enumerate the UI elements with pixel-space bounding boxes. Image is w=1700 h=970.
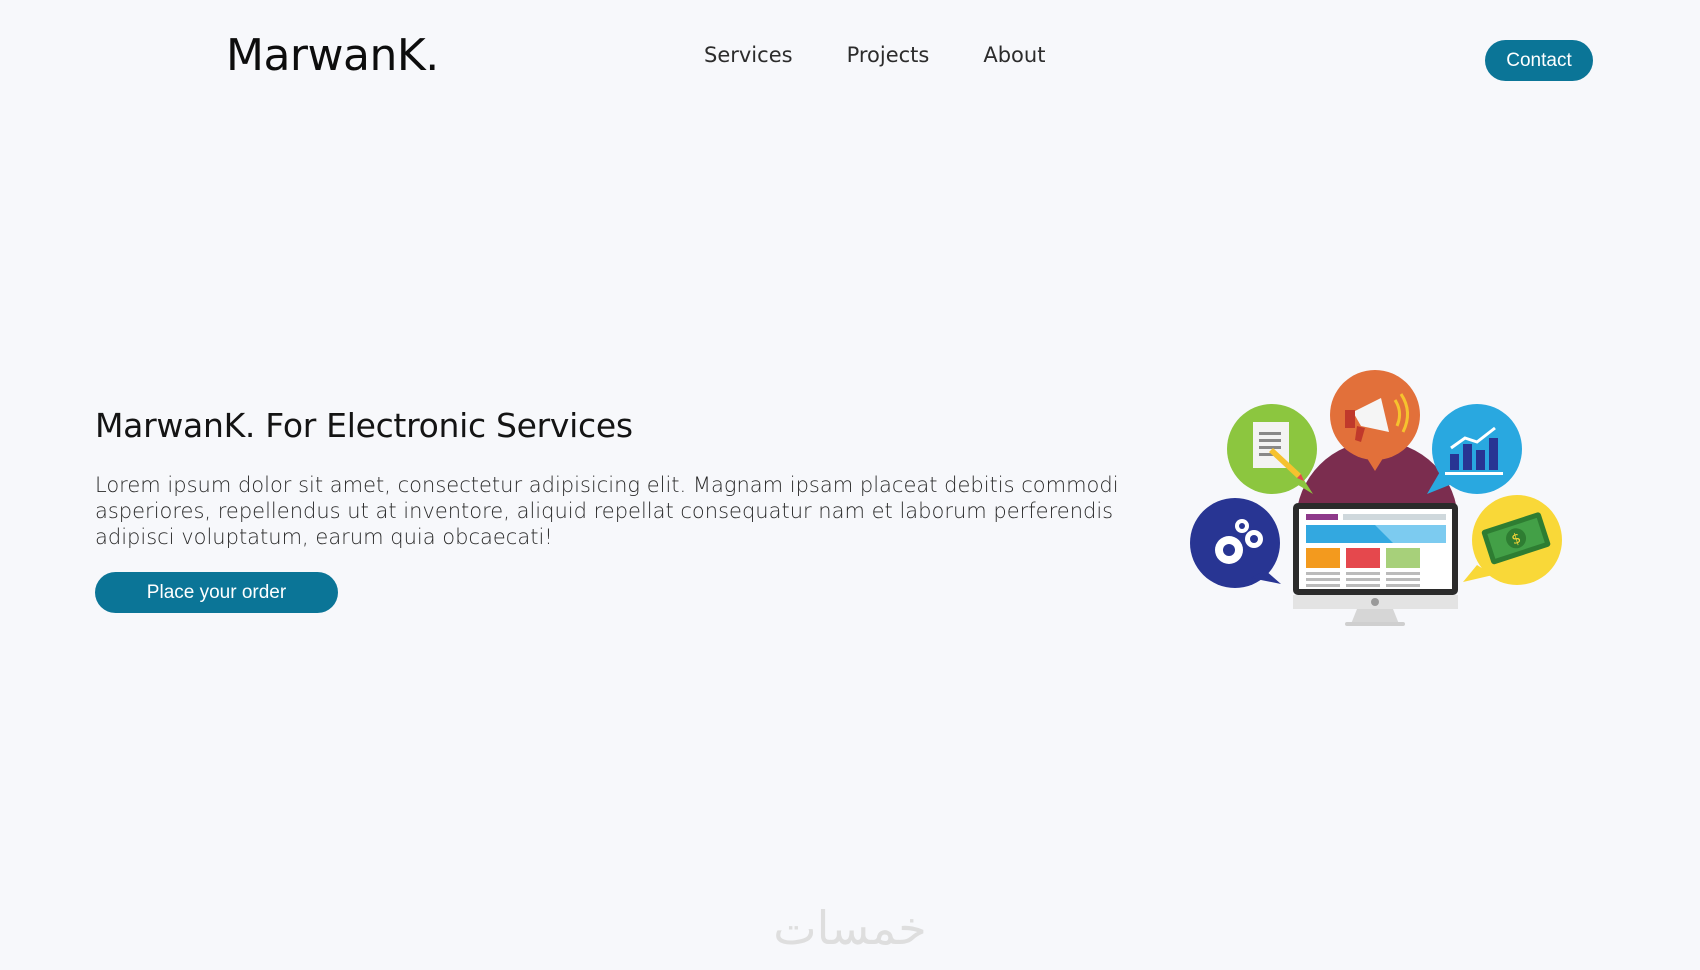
contact-button[interactable]: Contact [1485, 40, 1593, 81]
document-icon [1227, 404, 1317, 494]
hero-title: MarwanK. For Electronic Services [95, 406, 633, 445]
nav-link-services[interactable]: Services [704, 41, 793, 69]
main-nav: Services Projects About [704, 41, 1045, 69]
services-illustration: $ [1190, 370, 1562, 626]
watermark-logo: خمسات [773, 901, 927, 955]
gears-icon [1190, 498, 1281, 588]
chart-icon [1427, 404, 1522, 494]
nav-link-projects[interactable]: Projects [847, 41, 930, 69]
nav-link-about[interactable]: About [983, 41, 1045, 69]
monitor-icon [1293, 503, 1458, 626]
money-icon: $ [1463, 495, 1562, 585]
hero-description: Lorem ipsum dolor sit amet, consectetur … [95, 473, 1119, 549]
site-header: MarwanK. Services Projects About Contact [0, 0, 1700, 110]
place-order-button[interactable]: Place your order [95, 572, 338, 613]
site-logo[interactable]: MarwanK. [226, 28, 439, 84]
